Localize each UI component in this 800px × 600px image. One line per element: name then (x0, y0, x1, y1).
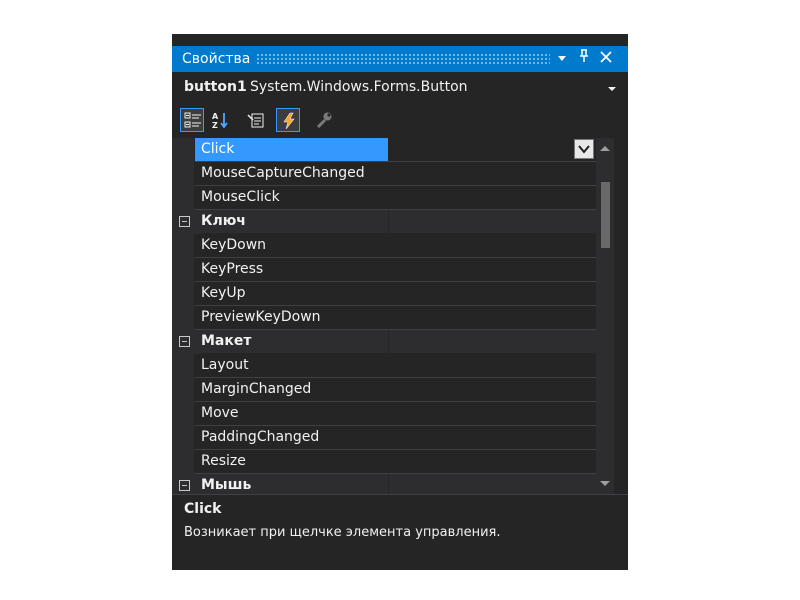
property-value[interactable] (389, 186, 596, 209)
category-name: Ключ (201, 210, 388, 233)
property-name: Resize (195, 450, 388, 473)
list-item[interactable]: KeyUp (172, 282, 596, 306)
property-value[interactable] (389, 282, 596, 305)
events-lightning-icon[interactable] (276, 108, 300, 132)
description-title: Click (184, 501, 222, 517)
list-item[interactable]: Click (172, 138, 596, 162)
property-name: Layout (195, 354, 388, 377)
property-name: Move (195, 402, 388, 425)
property-value[interactable] (389, 162, 596, 185)
collapse-icon[interactable] (179, 216, 190, 227)
svg-text:Z: Z (212, 121, 218, 129)
alphabetical-icon[interactable]: A Z (208, 108, 232, 132)
properties-icon[interactable] (244, 108, 268, 132)
chevron-down-icon[interactable] (604, 79, 620, 97)
svg-text:A: A (212, 112, 219, 121)
property-name: MouseClick (195, 186, 388, 209)
property-name: MarginChanged (195, 378, 388, 401)
property-grid: Click MouseCaptureChanged MouseClick Клю… (172, 138, 596, 494)
list-item[interactable]: MarginChanged (172, 378, 596, 402)
list-item[interactable]: Layout (172, 354, 596, 378)
close-icon[interactable] (596, 48, 616, 70)
property-value[interactable] (389, 450, 596, 473)
property-value[interactable] (389, 354, 596, 377)
scroll-down-icon[interactable] (600, 481, 610, 486)
list-item[interactable]: MouseCaptureChanged (172, 162, 596, 186)
scrollbar-thumb[interactable] (601, 182, 610, 248)
category-name: Мышь (201, 474, 388, 494)
property-value[interactable] (389, 426, 596, 449)
list-item[interactable]: Move (172, 402, 596, 426)
property-value[interactable] (389, 306, 596, 329)
category-row[interactable]: Макет (172, 330, 596, 354)
property-name: KeyPress (195, 258, 388, 281)
property-name: KeyDown (195, 234, 388, 257)
list-item[interactable]: KeyPress (172, 258, 596, 282)
property-name: Click (195, 138, 388, 161)
property-name: PaddingChanged (195, 426, 388, 449)
window-titlebar[interactable]: Свойства (172, 46, 628, 72)
category-row[interactable]: Ключ (172, 210, 596, 234)
property-value[interactable] (389, 138, 596, 161)
list-item[interactable]: PreviewKeyDown (172, 306, 596, 330)
window-position-dropdown-icon[interactable] (552, 48, 572, 70)
property-name: MouseCaptureChanged (195, 162, 388, 185)
property-value[interactable] (389, 402, 596, 425)
category-name: Макет (201, 330, 388, 353)
object-type: System.Windows.Forms.Button (250, 79, 468, 95)
property-name: KeyUp (195, 282, 388, 305)
list-item[interactable]: KeyDown (172, 234, 596, 258)
properties-toolbar: A Z (172, 106, 628, 136)
list-item[interactable]: PaddingChanged (172, 426, 596, 450)
properties-window: Свойства button1 System.Windows.Forms.Bu… (172, 34, 628, 570)
object-name: button1 (184, 79, 247, 95)
description-splitter[interactable] (172, 494, 628, 495)
pin-icon[interactable] (574, 48, 594, 70)
list-item[interactable]: Resize (172, 450, 596, 474)
property-value[interactable] (389, 234, 596, 257)
collapse-icon[interactable] (179, 480, 190, 491)
property-name: PreviewKeyDown (195, 306, 388, 329)
object-selector[interactable]: button1 System.Windows.Forms.Button (172, 74, 628, 102)
scroll-up-icon[interactable] (600, 146, 610, 151)
categorized-icon[interactable] (180, 108, 204, 132)
property-value[interactable] (389, 258, 596, 281)
property-pages-wrench-icon[interactable] (312, 108, 336, 132)
window-title: Свойства (182, 51, 251, 67)
chevron-down-icon[interactable] (574, 139, 594, 159)
vertical-scrollbar[interactable] (596, 138, 614, 494)
property-value[interactable] (389, 378, 596, 401)
collapse-icon[interactable] (179, 336, 190, 347)
titlebar-grip (256, 53, 550, 64)
category-row[interactable]: Мышь (172, 474, 596, 494)
description-text: Возникает при щелчке элемента управления… (184, 525, 501, 540)
list-item[interactable]: MouseClick (172, 186, 596, 210)
